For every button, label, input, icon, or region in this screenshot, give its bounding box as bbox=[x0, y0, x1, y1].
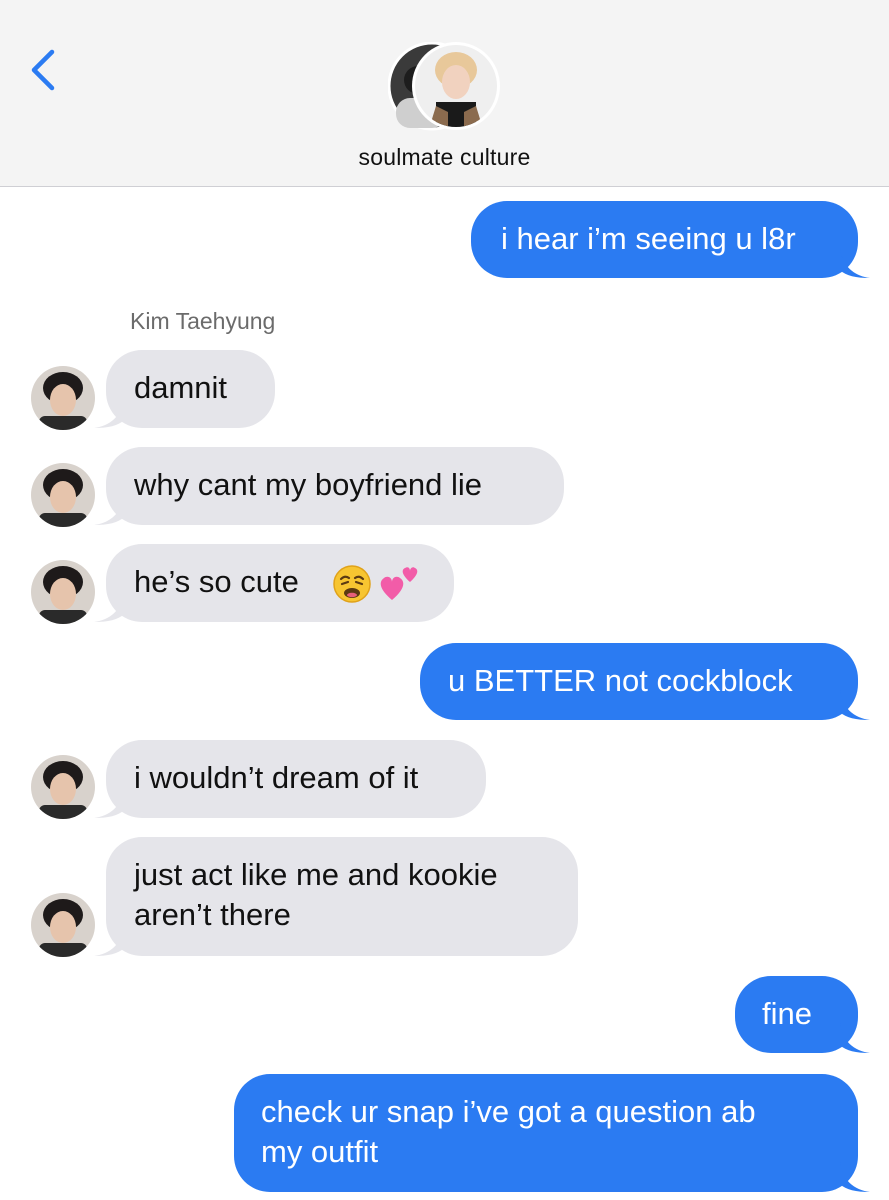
bubble-tail-icon bbox=[94, 495, 124, 525]
message-text: fine bbox=[762, 996, 812, 1031]
bubble-tail-icon bbox=[94, 926, 124, 956]
two-hearts-emoji-icon bbox=[380, 567, 418, 600]
message-bubble-received[interactable]: damnit bbox=[94, 350, 275, 428]
weary-face-emoji-icon bbox=[333, 565, 371, 603]
conversation-title: soulmate culture bbox=[358, 144, 531, 170]
message-bubble-sent[interactable]: i hear i’m seeing u l8r bbox=[471, 201, 870, 278]
bubble-tail-icon bbox=[840, 1162, 870, 1192]
message-bubble-received[interactable]: he’s so cute bbox=[94, 544, 454, 622]
message-text: i hear i’m seeing u l8r bbox=[501, 221, 796, 256]
bubble-tail-icon bbox=[94, 788, 124, 818]
bubble-tail-icon bbox=[94, 592, 124, 622]
avatar[interactable] bbox=[31, 366, 95, 430]
back-button[interactable] bbox=[22, 44, 66, 96]
message-text-line: just act like me and kookie bbox=[134, 857, 498, 892]
message-text: he’s so cute bbox=[134, 564, 299, 599]
message-text-line: aren’t there bbox=[134, 897, 291, 932]
message-bubble-received[interactable]: why cant my boyfriend lie bbox=[94, 447, 564, 525]
avatar[interactable] bbox=[31, 463, 95, 527]
message-text-line: my outfit bbox=[261, 1134, 379, 1169]
group-avatar[interactable] bbox=[387, 41, 500, 132]
person-avatar-icon bbox=[31, 755, 95, 819]
message-bubble-sent[interactable]: fine bbox=[735, 976, 870, 1053]
avatar[interactable] bbox=[31, 755, 95, 819]
bubble-tail-icon bbox=[840, 248, 870, 278]
message-text-line: check ur snap i’ve got a question ab bbox=[261, 1094, 756, 1129]
person-avatar-icon bbox=[31, 560, 95, 624]
person-avatar-icon bbox=[31, 463, 95, 527]
message-bubble-received[interactable]: i wouldn’t dream of it bbox=[94, 740, 486, 818]
message-text: damnit bbox=[134, 370, 228, 405]
conversation-header: soulmate culture bbox=[0, 0, 889, 187]
chat-screen: soulmate culture i hear i’m seeing u l8r… bbox=[0, 0, 889, 1200]
message-text: i wouldn’t dream of it bbox=[134, 760, 419, 795]
avatar[interactable] bbox=[31, 560, 95, 624]
message-text: why cant my boyfriend lie bbox=[134, 467, 483, 502]
sender-name: Kim Taehyung bbox=[130, 308, 276, 334]
message-text: u BETTER not cockblock bbox=[448, 663, 793, 698]
bubble-tail-icon bbox=[94, 398, 124, 428]
chevron-left-icon bbox=[31, 49, 55, 91]
message-bubble-received[interactable]: just act like me and kookie aren’t there bbox=[94, 837, 578, 956]
message-bubble-sent[interactable]: check ur snap i’ve got a question ab my … bbox=[234, 1074, 870, 1192]
bubble-tail-icon bbox=[840, 690, 870, 720]
avatar[interactable] bbox=[31, 893, 95, 957]
person-avatar-icon bbox=[31, 366, 95, 430]
person-avatar-icon bbox=[31, 893, 95, 957]
message-bubble-sent[interactable]: u BETTER not cockblock bbox=[420, 643, 870, 720]
bubble-tail-icon bbox=[840, 1023, 870, 1053]
